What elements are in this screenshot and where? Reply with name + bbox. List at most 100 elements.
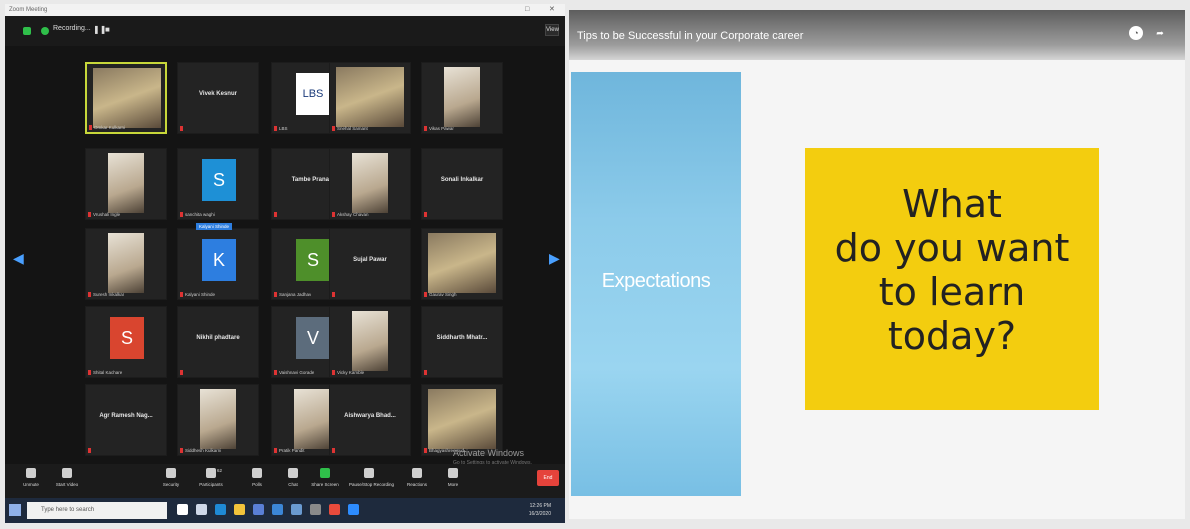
share-icon[interactable]: ➦ (1153, 26, 1167, 40)
task-view-icon[interactable] (196, 504, 207, 515)
participant-avatar: V (296, 317, 330, 359)
participant-tile[interactable]: S Shital Kachare (85, 306, 167, 378)
participants-button[interactable]: Participants 62 (191, 468, 231, 487)
muted-mic-icon (89, 125, 92, 130)
recording-label: Recording... (53, 25, 91, 32)
view-button[interactable]: View (545, 24, 559, 36)
toolbar-label: Reactions (406, 482, 427, 487)
edge-icon[interactable] (215, 504, 226, 515)
participant-video (428, 233, 496, 293)
chrome-icon[interactable] (329, 504, 340, 515)
share-screen-button[interactable]: Share Screen (305, 468, 345, 487)
end-meeting-button[interactable]: End (537, 470, 559, 486)
participant-name-tag: Vikas Pawar (424, 126, 454, 131)
polls-icon (252, 468, 262, 478)
previous-page-arrow-icon[interactable]: ◀ (13, 250, 24, 267)
participant-name-display: Aishwarya Bhad... (344, 413, 396, 419)
toolbar-label: Polls (252, 482, 262, 487)
reactions-button[interactable]: Reactions (397, 468, 437, 487)
muted-mic-icon (180, 448, 183, 453)
stop-recording-icon[interactable]: ■ (105, 25, 110, 34)
participant-tile[interactable]: Siddharth Mhatr... (421, 306, 503, 378)
windows-start-icon[interactable] (9, 504, 21, 516)
muted-mic-icon (332, 292, 335, 297)
participant-mute-status (180, 370, 185, 375)
participant-name-tag: Siddhesh Kulkarni (180, 448, 221, 453)
participant-tile[interactable]: Siddhesh Kulkarni (177, 384, 259, 456)
participant-tile[interactable]: Vivek Kesnur (177, 62, 259, 134)
participant-video (93, 68, 161, 128)
muted-mic-icon (180, 370, 183, 375)
participant-name-tag: sanchita waghi (180, 212, 215, 217)
taskbar-search-input[interactable]: Type here to search (27, 502, 167, 519)
unmute-button[interactable]: Unmute (11, 468, 51, 487)
participant-tile[interactable]: Aishwarya Bhad... (329, 384, 411, 456)
participant-tile[interactable]: Sujal Pawar (329, 228, 411, 300)
toolbar-label: More (447, 482, 459, 487)
muted-mic-icon (88, 292, 91, 297)
participant-tile[interactable]: Akshay Chavan (329, 148, 411, 220)
muted-mic-icon (332, 448, 335, 453)
participant-avatar: S (202, 159, 236, 201)
muted-mic-icon (274, 212, 277, 217)
polls-button[interactable]: Polls (237, 468, 277, 487)
start-video-button[interactable]: Start Video (47, 468, 87, 487)
expectations-text: Expectations (601, 270, 711, 292)
muted-mic-icon (424, 292, 427, 297)
maximize-button[interactable]: □ (525, 4, 529, 16)
muted-mic-icon (424, 370, 427, 375)
participant-tile[interactable]: Gaurav Singh (421, 228, 503, 300)
participant-count: 62 (217, 468, 223, 473)
participant-name-display: Sonali Inkalkar (440, 177, 484, 183)
security-button[interactable]: Security (151, 468, 191, 487)
windows-taskbar: Type here to search 12:26 PM 16/3/2020 (5, 498, 565, 523)
security-shield-icon[interactable] (23, 27, 31, 35)
photos-icon[interactable] (291, 504, 302, 515)
store-icon[interactable] (253, 504, 264, 515)
clock-icon[interactable]: ◔ (1129, 26, 1143, 40)
participant-name-display: Nikhil phadtare (196, 335, 240, 341)
participant-tile[interactable]: Vikas Pawar (421, 62, 503, 134)
clock-time: 12:26 PM (529, 503, 551, 509)
participant-tile[interactable]: Snehal Samant (329, 62, 411, 134)
participant-name-tag: Gaurav Singh (424, 292, 457, 297)
participant-name-tag: Vaishnavi Gorade (274, 370, 314, 375)
chat-icon (288, 468, 298, 478)
toolbar-label: Start Video (55, 482, 79, 487)
close-button[interactable]: ✕ (549, 4, 555, 16)
sticky-note: What do you want to learn today? (805, 148, 1099, 410)
participant-tile[interactable]: Suresh Inkalkar (85, 228, 167, 300)
participant-tile[interactable]: Ssanchita waghi (177, 148, 259, 220)
participant-tile[interactable]: Vicky Kamble (329, 306, 411, 378)
zoom-app-icon[interactable] (348, 504, 359, 515)
muted-mic-icon (332, 212, 335, 217)
presentation-slide: Tips to be Successful in your Corporate … (569, 10, 1185, 519)
participant-tile[interactable]: Omkar Kulkarni (85, 62, 167, 134)
participant-mute-status (88, 448, 93, 453)
muted-mic-icon (180, 126, 183, 131)
pause-stop-recording-button[interactable]: Pause/Stop Recording (349, 468, 394, 487)
next-page-arrow-icon[interactable]: ▶ (549, 250, 560, 267)
participant-name-display: Vivek Kesnur (199, 91, 237, 97)
participant-mute-status (274, 212, 279, 217)
toolbar-label: Unmute (23, 482, 39, 487)
cortana-icon[interactable] (177, 504, 188, 515)
mail-icon[interactable] (272, 504, 283, 515)
zoom-meeting-window: Zoom Meeting □ ✕ Recording... ❚❚ ■ View … (5, 4, 565, 523)
muted-mic-icon (424, 212, 427, 217)
participant-tile[interactable]: K Kalyani Shinde Kalyani Shinde (177, 223, 259, 300)
muted-mic-icon (88, 212, 91, 217)
participant-name-display: Siddharth Mhatr... (436, 335, 488, 341)
participant-tile[interactable]: Nikhil phadtare (177, 306, 259, 378)
participant-tile[interactable]: Sonali Inkalkar (421, 148, 503, 220)
participant-tile[interactable]: Bhagyashree sud... (421, 384, 503, 456)
participant-tile[interactable]: Vrushali Ingle (85, 148, 167, 220)
taskbar-clock[interactable]: 12:26 PM 16/3/2020 (529, 502, 551, 518)
more-button[interactable]: More (433, 468, 473, 487)
participant-name-tag: Vicky Kamble (332, 370, 364, 375)
sticky-note-question: What do you want to learn today? (834, 182, 1070, 358)
participant-video (108, 153, 144, 213)
participant-tile[interactable]: Agr Ramesh Nag... (85, 384, 167, 456)
file-explorer-icon[interactable] (234, 504, 245, 515)
settings-icon[interactable] (310, 504, 321, 515)
